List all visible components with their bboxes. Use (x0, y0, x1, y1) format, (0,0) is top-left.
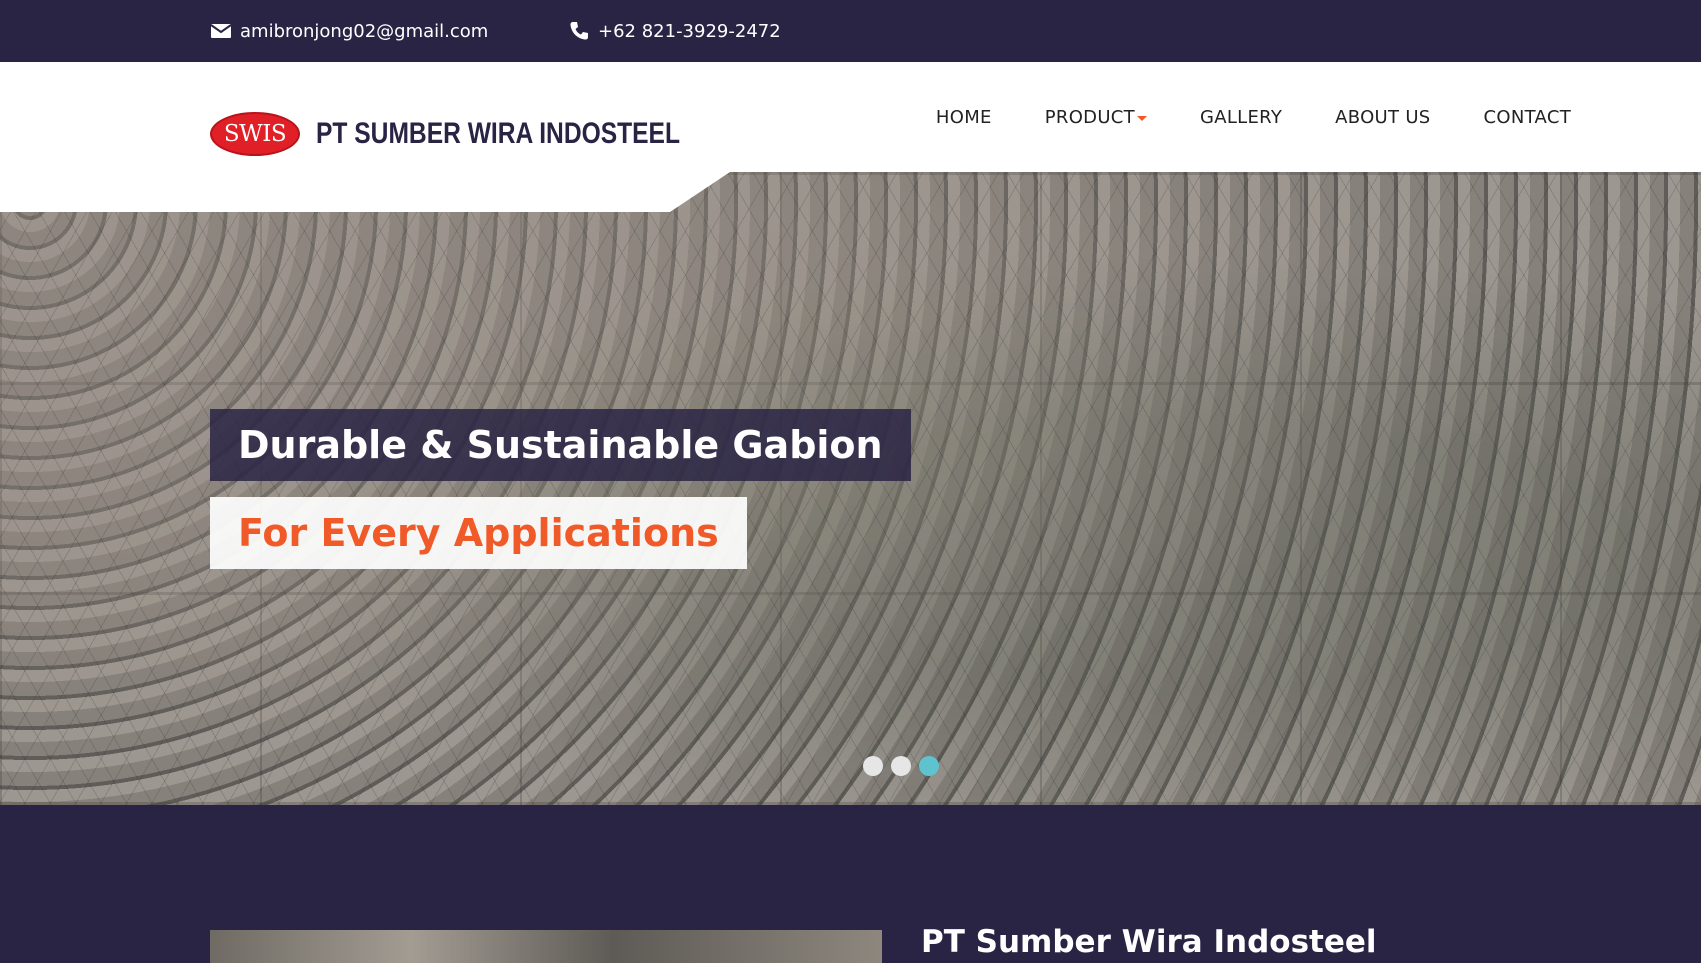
phone-icon (568, 20, 590, 42)
slider-dot-2[interactable] (891, 756, 911, 776)
header-tab-slant (670, 172, 730, 212)
nav-about-us[interactable]: ABOUT US (1335, 107, 1430, 128)
hero-subtitle: For Every Applications (210, 497, 747, 569)
nav-gallery-label: GALLERY (1199, 107, 1283, 128)
nav-about-label: ABOUT US (1335, 107, 1431, 128)
slider-dot-3[interactable] (919, 756, 939, 776)
nav-contact-label: CONTACT (1483, 107, 1571, 128)
site-header: SWIS PT SUMBER WIRA INDOSTEEL HOME PRODU… (0, 62, 1701, 173)
nav-product-label: PRODUCT (1044, 107, 1135, 128)
hero-title: Durable & Sustainable Gabion (210, 409, 911, 481)
company-name: PT SUMBER WIRA INDOSTEEL (316, 117, 681, 150)
slider-dots (863, 756, 939, 776)
nav-product[interactable]: PRODUCT (1045, 107, 1147, 128)
caret-down-icon (1136, 116, 1147, 121)
about-title: PT Sumber Wira Indosteel (921, 924, 1377, 960)
envelope-icon (210, 20, 232, 42)
hero-slider: Durable & Sustainable Gabion For Every A… (0, 172, 1701, 805)
email-text: amibronjong02@gmail.com (240, 20, 489, 42)
nav-contact[interactable]: CONTACT (1484, 107, 1571, 128)
email-contact[interactable]: amibronjong02@gmail.com (210, 20, 488, 42)
header-tab (0, 172, 670, 212)
logo-badge: SWIS (210, 112, 300, 156)
main-nav: HOME PRODUCT GALLERY ABOUT US CONTACT (936, 107, 1571, 128)
phone-text: +62 821-3929-2472 (598, 20, 781, 42)
phone-contact[interactable]: +62 821-3929-2472 (568, 20, 781, 42)
nav-home[interactable]: HOME (936, 107, 992, 128)
top-contact-bar: amibronjong02@gmail.com +62 821-3929-247… (0, 0, 1701, 62)
site-logo[interactable]: SWIS PT SUMBER WIRA INDOSTEEL (210, 112, 760, 156)
nav-home-label: HOME (935, 107, 992, 128)
about-image (210, 930, 882, 963)
nav-gallery[interactable]: GALLERY (1200, 107, 1282, 128)
slider-dot-1[interactable] (863, 756, 883, 776)
